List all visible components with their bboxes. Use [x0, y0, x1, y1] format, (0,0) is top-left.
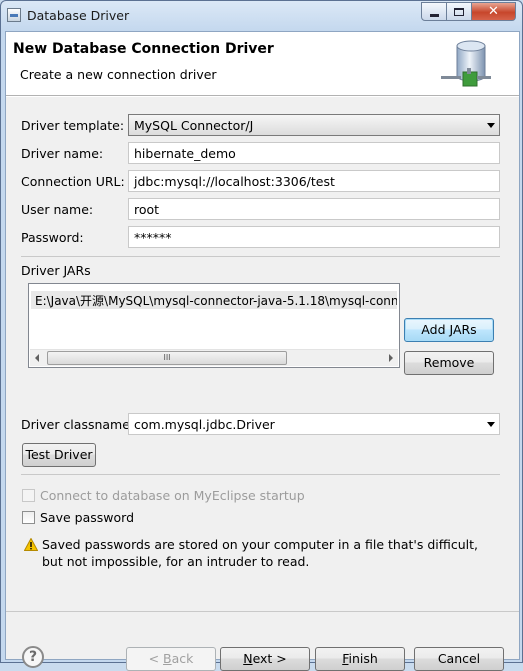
test-driver-button[interactable]: Test Driver [22, 443, 96, 467]
connect-on-startup-label: Connect to database on MyEclipse startup [40, 488, 305, 503]
add-jars-button[interactable]: Add JARs [404, 318, 494, 342]
close-button[interactable]: ✕ [472, 2, 516, 21]
driver-classname-label: Driver classname: [21, 417, 135, 432]
database-driver-icon [7, 8, 21, 22]
divider [6, 611, 519, 612]
password-field[interactable]: ****** [128, 226, 500, 248]
driver-name-field[interactable]: hibernate_demo [128, 142, 500, 164]
maximize-button[interactable] [447, 2, 472, 21]
minimize-button[interactable] [421, 2, 447, 21]
driver-name-label: Driver name: [21, 146, 104, 161]
connection-url-label: Connection URL: [21, 174, 125, 189]
user-name-field[interactable]: root [128, 198, 500, 220]
user-name-label: User name: [21, 202, 94, 217]
finish-button[interactable]: Finish [315, 647, 405, 671]
title-bar[interactable]: Database Driver ✕ [1, 1, 522, 30]
connection-url-field[interactable]: jdbc:mysql://localhost:3306/test [128, 170, 500, 192]
dialog-client: New Database Connection Driver Create a … [5, 31, 520, 671]
driver-jars-list[interactable]: E:\Java\开源\MySQL\mysql-connector-java-5.… [28, 283, 400, 368]
back-button: < Back [126, 647, 216, 671]
chevron-down-icon [487, 123, 495, 128]
banner: New Database Connection Driver Create a … [6, 32, 519, 96]
connect-on-startup-checkbox[interactable] [22, 489, 35, 502]
dialog-body: Driver template: MySQL Connector/J Drive… [6, 97, 519, 671]
maximize-icon [454, 7, 464, 16]
finish-rest: inish [348, 651, 378, 666]
driver-template-label: Driver template: [21, 118, 125, 133]
scrollbar-thumb[interactable]: III [47, 351, 287, 365]
minimize-icon [429, 13, 439, 17]
driver-template-value: MySQL Connector/J [134, 118, 254, 133]
driver-classname-combo[interactable]: com.mysql.jdbc.Driver [128, 413, 500, 435]
divider [21, 256, 500, 257]
back-mnemonic: B [163, 651, 172, 666]
window-controls: ✕ [421, 2, 516, 21]
window-title: Database Driver [27, 8, 130, 23]
remove-jar-button[interactable]: Remove [404, 351, 494, 375]
list-item[interactable]: E:\Java\开源\MySQL\mysql-connector-java-5.… [31, 291, 397, 309]
back-rest: ack [171, 651, 194, 666]
divider [21, 474, 500, 475]
horizontal-scrollbar[interactable]: III [30, 349, 398, 366]
cancel-button[interactable]: Cancel [414, 647, 504, 671]
next-mnemonic: N [243, 651, 253, 666]
driver-classname-value: com.mysql.jdbc.Driver [134, 417, 275, 432]
save-password-label: Save password [40, 510, 135, 525]
password-warning-text: Saved passwords are stored on your compu… [42, 537, 478, 569]
driver-template-combo[interactable]: MySQL Connector/J [128, 114, 500, 136]
help-icon[interactable]: ? [22, 646, 44, 668]
scroll-left-icon[interactable] [35, 354, 39, 362]
banner-title: New Database Connection Driver [13, 41, 274, 57]
dialog-window: Database Driver ✕ New Database Connectio… [0, 0, 523, 671]
next-button[interactable]: Next > [220, 647, 310, 671]
scroll-right-icon[interactable] [389, 354, 393, 362]
driver-jars-label: Driver JARs [21, 263, 91, 278]
chevron-down-icon [487, 422, 495, 427]
banner-description: Create a new connection driver [20, 67, 217, 82]
close-icon: ✕ [488, 4, 499, 19]
warning-icon [24, 538, 38, 551]
save-password-checkbox[interactable] [22, 511, 35, 524]
database-connection-icon [441, 40, 491, 87]
next-rest: ext > [252, 651, 287, 666]
back-prefix: < [148, 651, 164, 666]
password-label: Password: [21, 230, 84, 245]
